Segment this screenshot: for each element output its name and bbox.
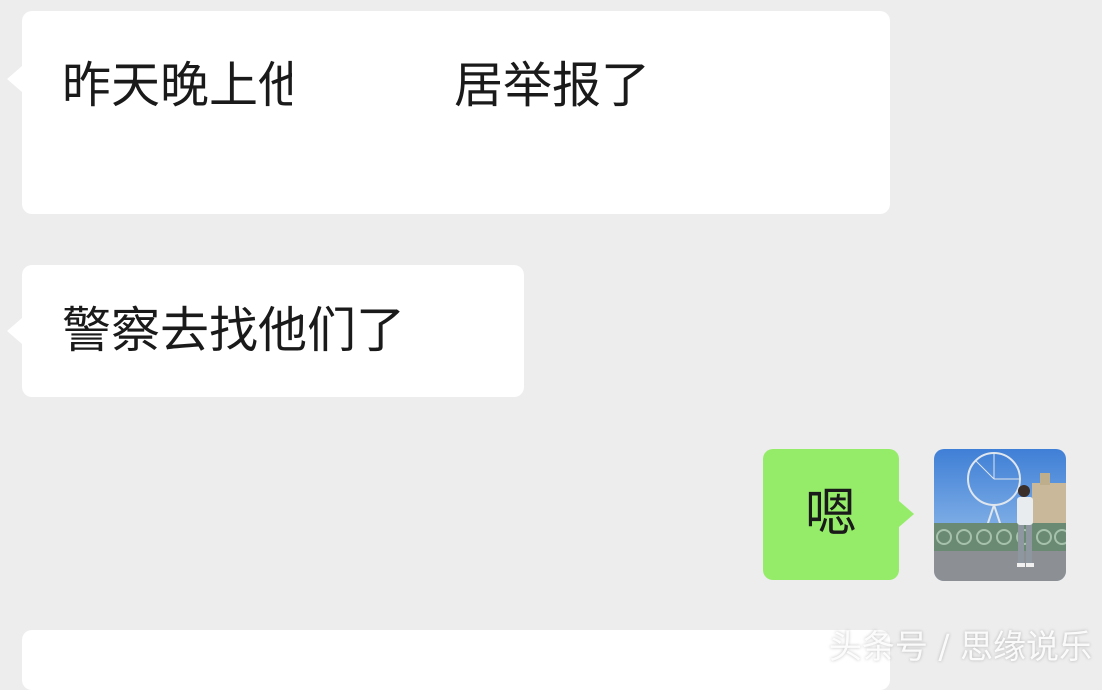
received-message-bubble[interactable]: 昨天晚上他们被邻居举报了 (7, 11, 890, 214)
watermark: 头条号 / 思缘说乐 (828, 627, 1092, 666)
received-message-bubble[interactable]: 警察去找他们了 (7, 265, 524, 397)
avatar-photo (934, 449, 1066, 581)
received-message-bubble[interactable] (22, 630, 890, 690)
message-text: 警察去找他们了 (62, 302, 406, 359)
avatar[interactable] (934, 449, 1066, 581)
sent-message-bubble[interactable]: 嗯 (763, 449, 914, 580)
message-text: 嗯 (804, 484, 857, 544)
redaction-overlay (292, 53, 452, 123)
